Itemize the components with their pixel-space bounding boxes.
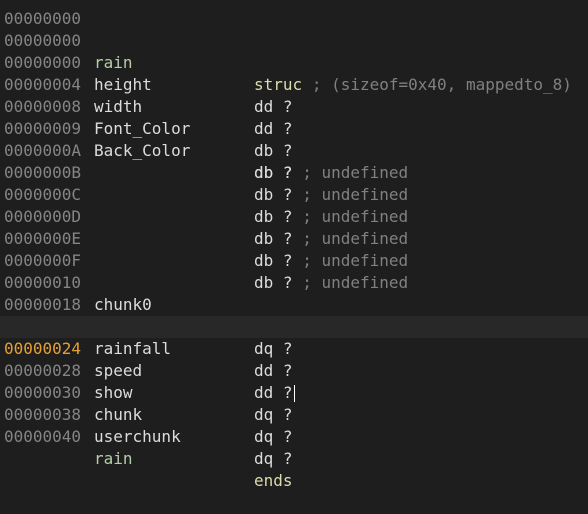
data-type: dq (254, 449, 274, 468)
listing-line-current[interactable]: 00000024 speed dd ? (0, 316, 588, 402)
listing-line-undefined[interactable]: 0000000A db ? ; undefined (0, 118, 588, 182)
listing-line-member[interactable]: 00000009 Back_Color db ? (0, 96, 588, 182)
listing-line-member[interactable]: 00000000 height dd ? (0, 30, 588, 116)
listing-line-member[interactable]: 00000004 width dd ? (0, 52, 588, 138)
listing-line-member[interactable]: 00000018 chunk1 dq ? (0, 272, 588, 358)
struct-name[interactable]: rain (94, 448, 133, 470)
listing-line-undefined[interactable]: 0000000F db ? ; undefined (0, 228, 588, 292)
listing-line-undefined[interactable]: 0000000B db ? ; undefined (0, 140, 588, 204)
listing-line[interactable]: 00000000 (0, 0, 588, 28)
member-directive: dq ? (254, 448, 293, 470)
member-directive: dq ? (254, 426, 293, 448)
listing-line-undefined[interactable]: 0000000D db ? ; undefined (0, 184, 588, 248)
listing-line-member[interactable]: 00000038 userchunk dq ? (0, 382, 588, 468)
member-name[interactable]: userchunk (94, 426, 181, 448)
struct-listing[interactable]: 00000000 00000000 rain struc ; (sizeof=0… (0, 0, 588, 490)
line-offset: 00000040 (4, 427, 82, 446)
listing-line-struct-end[interactable]: 00000040 rain ends (0, 404, 588, 490)
listing-line-struct-start[interactable]: 00000000 rain struc ; (sizeof=0x40, mapp… (0, 8, 588, 94)
ends-keyword: ends (254, 471, 293, 490)
listing-line-member[interactable]: 00000028 show dq ? (0, 338, 588, 424)
listing-line-undefined[interactable]: 0000000E db ? ; undefined (0, 206, 588, 270)
data-type: dq (254, 427, 274, 446)
listing-line-member[interactable]: 00000020 rainfall dd ? (0, 294, 588, 380)
member-value: ? (282, 427, 293, 446)
listing-line-member[interactable]: 00000008 Font_Color db ? (0, 74, 588, 160)
listing-line-undefined[interactable]: 0000000C db ? ; undefined (0, 162, 588, 226)
listing-line-member[interactable]: 00000010 chunk0 dq ? (0, 250, 588, 336)
member-value: ? (282, 449, 293, 468)
listing-line-member[interactable]: 00000030 chunk dq ? (0, 360, 588, 446)
